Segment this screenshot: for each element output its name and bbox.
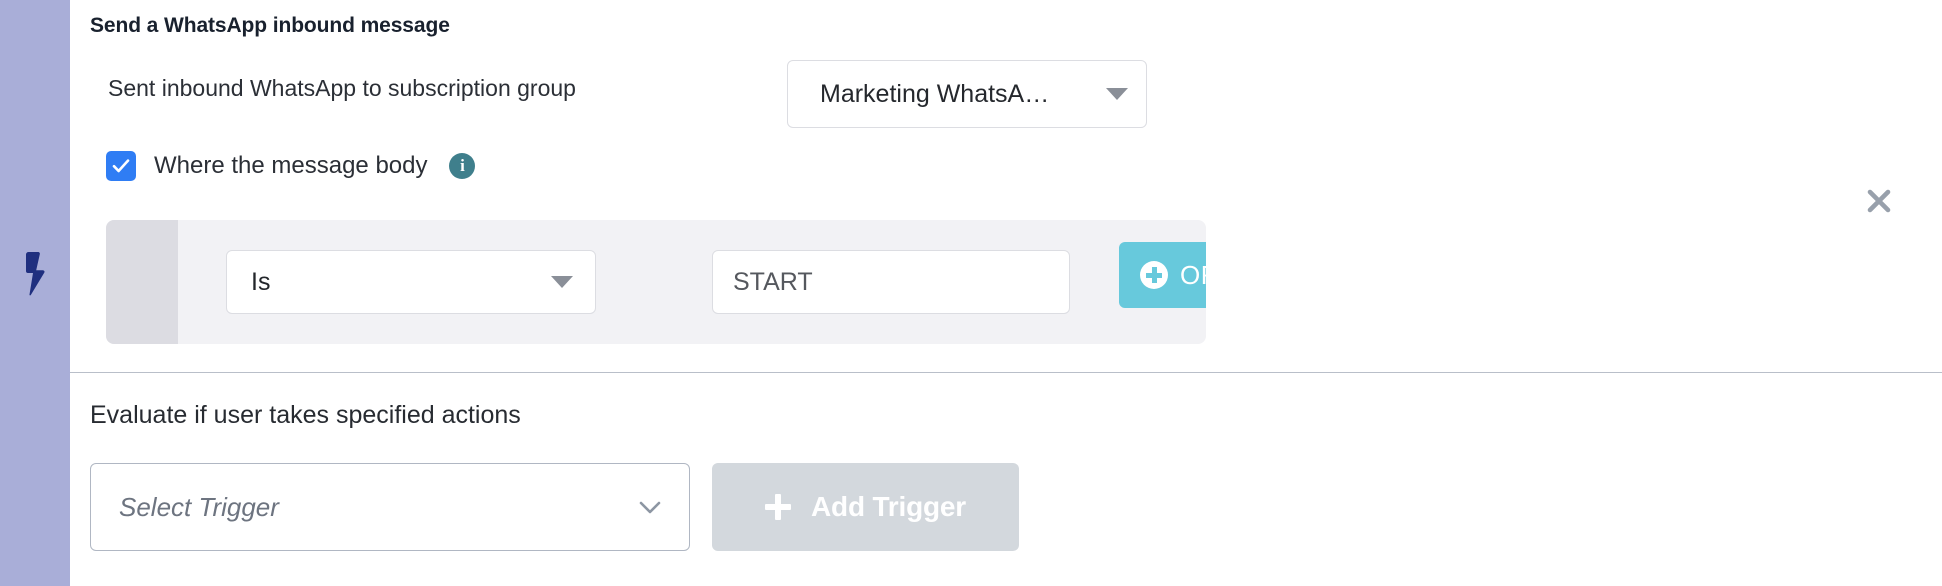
info-icon[interactable]: i	[449, 153, 476, 179]
add-trigger-button[interactable]: Add Trigger	[712, 463, 1019, 551]
caret-down-icon	[551, 276, 573, 288]
select-trigger-dropdown[interactable]: Select Trigger	[90, 463, 690, 551]
condition-panel: Is START OR	[106, 220, 1206, 344]
message-body-checkbox[interactable]	[106, 151, 136, 181]
condition-value-input[interactable]: START	[712, 250, 1070, 314]
select-trigger-placeholder: Select Trigger	[119, 491, 279, 522]
automation-trigger-editor: Send a WhatsApp inbound message Sent inb…	[0, 0, 1942, 586]
add-trigger-label: Add Trigger	[811, 491, 966, 522]
step-accent-rail	[0, 0, 70, 586]
condition-value-text: START	[733, 267, 813, 296]
section-divider	[70, 372, 1942, 373]
add-or-condition-button[interactable]: OR	[1119, 242, 1206, 308]
plus-icon	[765, 494, 792, 520]
editor-content: Send a WhatsApp inbound message Sent inb…	[70, 0, 1942, 586]
subscription-group-label: Sent inbound WhatsApp to subscription gr…	[108, 75, 576, 101]
close-panel-button[interactable]	[1863, 185, 1895, 217]
lightning-bolt-icon	[0, 252, 70, 300]
message-body-label: Where the message body	[154, 152, 428, 179]
page-title: Send a WhatsApp inbound message	[90, 14, 450, 37]
condition-drag-handle[interactable]	[106, 220, 178, 344]
message-body-filter-row: Where the message body i	[106, 148, 476, 184]
chevron-down-icon	[637, 494, 663, 520]
condition-operator-value: Is	[251, 267, 271, 296]
actions-section-title: Evaluate if user takes specified actions	[90, 401, 521, 429]
subscription-group-row: Sent inbound WhatsApp to subscription gr…	[90, 60, 1190, 128]
condition-operator-dropdown[interactable]: Is	[226, 250, 596, 314]
add-or-condition-label: OR	[1180, 259, 1206, 290]
plus-circle-icon	[1140, 261, 1168, 289]
subscription-group-dropdown[interactable]: Marketing WhatsA…	[787, 60, 1147, 128]
subscription-group-value: Marketing WhatsA…	[820, 79, 1050, 108]
caret-down-icon	[1106, 88, 1128, 100]
